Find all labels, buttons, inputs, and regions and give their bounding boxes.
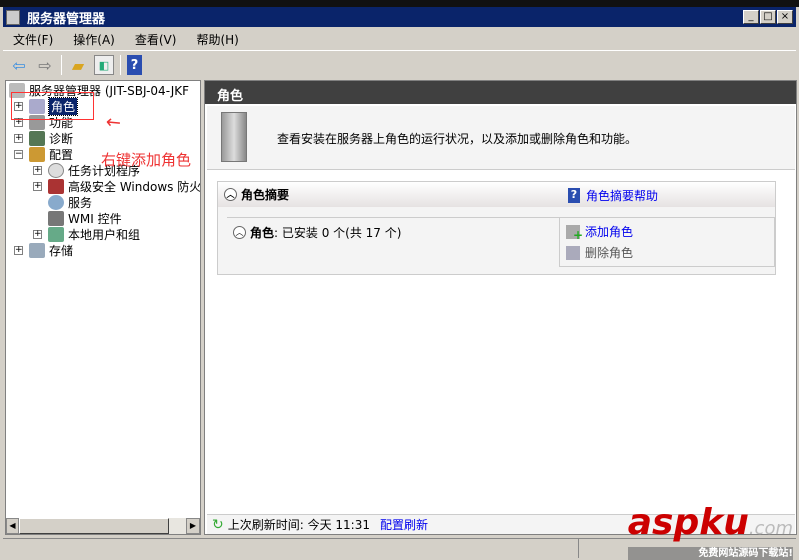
diagnostics-icon xyxy=(29,130,45,146)
horizontal-scrollbar[interactable]: ◀ ▶ xyxy=(6,518,200,534)
up-folder-icon[interactable]: ▰ xyxy=(68,55,88,75)
tree-item-wmi[interactable]: WMI 控件 xyxy=(48,210,122,226)
users-icon xyxy=(48,226,64,242)
scroll-right-button[interactable]: ▶ xyxy=(186,518,200,534)
firewall-icon xyxy=(48,178,64,194)
tree-item-storage[interactable]: + 存储 xyxy=(14,242,73,258)
intro-text: 查看安装在服务器上角色的运行状况，以及添加或删除角色和功能。 xyxy=(277,132,638,146)
menu-file[interactable]: 文件(F) xyxy=(13,31,53,48)
server-manager-icon xyxy=(6,10,20,25)
roles-summary-help-link[interactable]: 角色摘要帮助 xyxy=(586,187,658,204)
refresh-icon: ↻ xyxy=(212,516,224,533)
scroll-thumb[interactable] xyxy=(19,518,169,534)
top-strip xyxy=(0,0,799,7)
remove-role-icon xyxy=(566,245,580,260)
content-header: 角色 xyxy=(205,81,796,104)
back-icon[interactable]: ⇦ xyxy=(9,55,29,75)
collapse-icon[interactable]: ︿ xyxy=(233,226,246,239)
watermark-logo: aspku.com 免费网站源码下载站! xyxy=(627,502,793,560)
toolbar-separator xyxy=(61,55,62,75)
collapse-icon[interactable]: − xyxy=(14,149,23,159)
tree-item-firewall[interactable]: + 高级安全 Windows 防火墙 xyxy=(33,178,201,194)
server-roles-icon xyxy=(221,112,247,162)
toolbar: ⇦ ⇨ ▰ ◧ ? xyxy=(3,52,796,78)
scroll-left-button[interactable]: ◀ xyxy=(6,518,19,534)
watermark-tagline: 免费网站源码下载站! xyxy=(627,547,793,560)
remove-role-link[interactable]: 删除角色 xyxy=(585,244,633,261)
configuration-icon xyxy=(29,146,45,162)
add-role-link[interactable]: 添加角色 xyxy=(585,223,633,240)
status-divider xyxy=(578,539,579,558)
roles-status: : 已安装 0 个(共 17 个) xyxy=(274,226,402,240)
tree-item-label: 高级安全 Windows 防火墙 xyxy=(68,179,201,194)
expand-icon[interactable]: + xyxy=(33,181,42,191)
tree-item-label: WMI 控件 xyxy=(68,211,122,226)
window-title: 服务器管理器 xyxy=(27,11,106,27)
minimize-button[interactable]: _ xyxy=(743,10,759,24)
section-title: 角色摘要 xyxy=(241,188,290,202)
expand-icon[interactable]: + xyxy=(33,229,42,239)
menu-bar: 文件(F) 操作(A) 查看(V) 帮助(H) xyxy=(3,29,796,51)
menu-view[interactable]: 查看(V) xyxy=(135,31,177,48)
collapse-icon[interactable]: ︿ xyxy=(224,188,237,201)
storage-icon xyxy=(29,242,45,258)
clock-icon xyxy=(48,162,64,178)
menu-action[interactable]: 操作(A) xyxy=(73,31,115,48)
menu-help[interactable]: 帮助(H) xyxy=(196,31,238,48)
tree-item-diagnostics[interactable]: + 诊断 xyxy=(14,130,73,146)
title-bar: 服务器管理器 xyxy=(3,7,796,27)
gears-icon xyxy=(48,194,64,210)
last-refresh-text: 上次刷新时间: 今天 11:31 xyxy=(227,518,370,532)
expand-icon[interactable]: + xyxy=(33,165,42,175)
tree-item-local-users[interactable]: + 本地用户和组 xyxy=(33,226,140,242)
annotation-text: 右键添加角色 xyxy=(101,151,192,169)
content-pane: 角色 查看安装在服务器上角色的运行状况，以及添加或删除角色和功能。 ︿ 角色摘要… xyxy=(204,80,797,535)
tree-item-label: 服务 xyxy=(68,195,93,210)
watermark-brand: aspku xyxy=(627,502,749,543)
add-role-icon: + xyxy=(566,224,583,242)
expand-icon[interactable]: + xyxy=(14,133,23,143)
configure-refresh-link[interactable]: 配置刷新 xyxy=(380,516,428,533)
forward-icon[interactable]: ⇨ xyxy=(35,55,55,75)
help-icon: ? xyxy=(568,188,580,203)
tree-item-label: 本地用户和组 xyxy=(68,227,141,242)
annotation-box xyxy=(11,92,94,120)
tree-item-label: 诊断 xyxy=(49,131,74,146)
tree-item-services[interactable]: 服务 xyxy=(48,194,92,210)
maximize-button[interactable]: □ xyxy=(760,10,776,24)
toolbar-separator xyxy=(120,55,121,75)
section-header[interactable]: ︿ 角色摘要 ? 角色摘要帮助 xyxy=(218,182,775,207)
tree-item-label: 配置 xyxy=(49,147,74,162)
roles-label: 角色 xyxy=(250,226,275,240)
close-button[interactable]: × xyxy=(777,10,793,24)
tree-item-configuration[interactable]: − 配置 xyxy=(14,146,73,162)
show-hide-tree-icon[interactable]: ◧ xyxy=(94,55,114,75)
roles-actions: + 添加角色 删除角色 xyxy=(559,218,775,267)
expand-icon[interactable]: + xyxy=(14,245,23,255)
watermark-suffix: .com xyxy=(748,518,793,539)
tree-item-label: 存储 xyxy=(49,243,74,258)
help-icon[interactable]: ? xyxy=(127,55,142,75)
roles-summary-section: ︿ 角色摘要 ? 角色摘要帮助 ︿ 角色: 已安装 0 个(共 17 个) + 添… xyxy=(217,181,776,275)
roles-row: ︿ 角色: 已安装 0 个(共 17 个) + 添加角色 删除角色 xyxy=(227,217,775,267)
annotation-arrow-icon: ↖ xyxy=(101,109,127,136)
wmi-icon xyxy=(48,210,64,226)
tree-pane: 服务器管理器 (JIT-SBJ-04-JKF + 角色 + 功能 + 诊断 − 配置 +… xyxy=(5,80,201,535)
intro-panel: 查看安装在服务器上角色的运行状况，以及添加或删除角色和功能。 xyxy=(207,106,795,170)
